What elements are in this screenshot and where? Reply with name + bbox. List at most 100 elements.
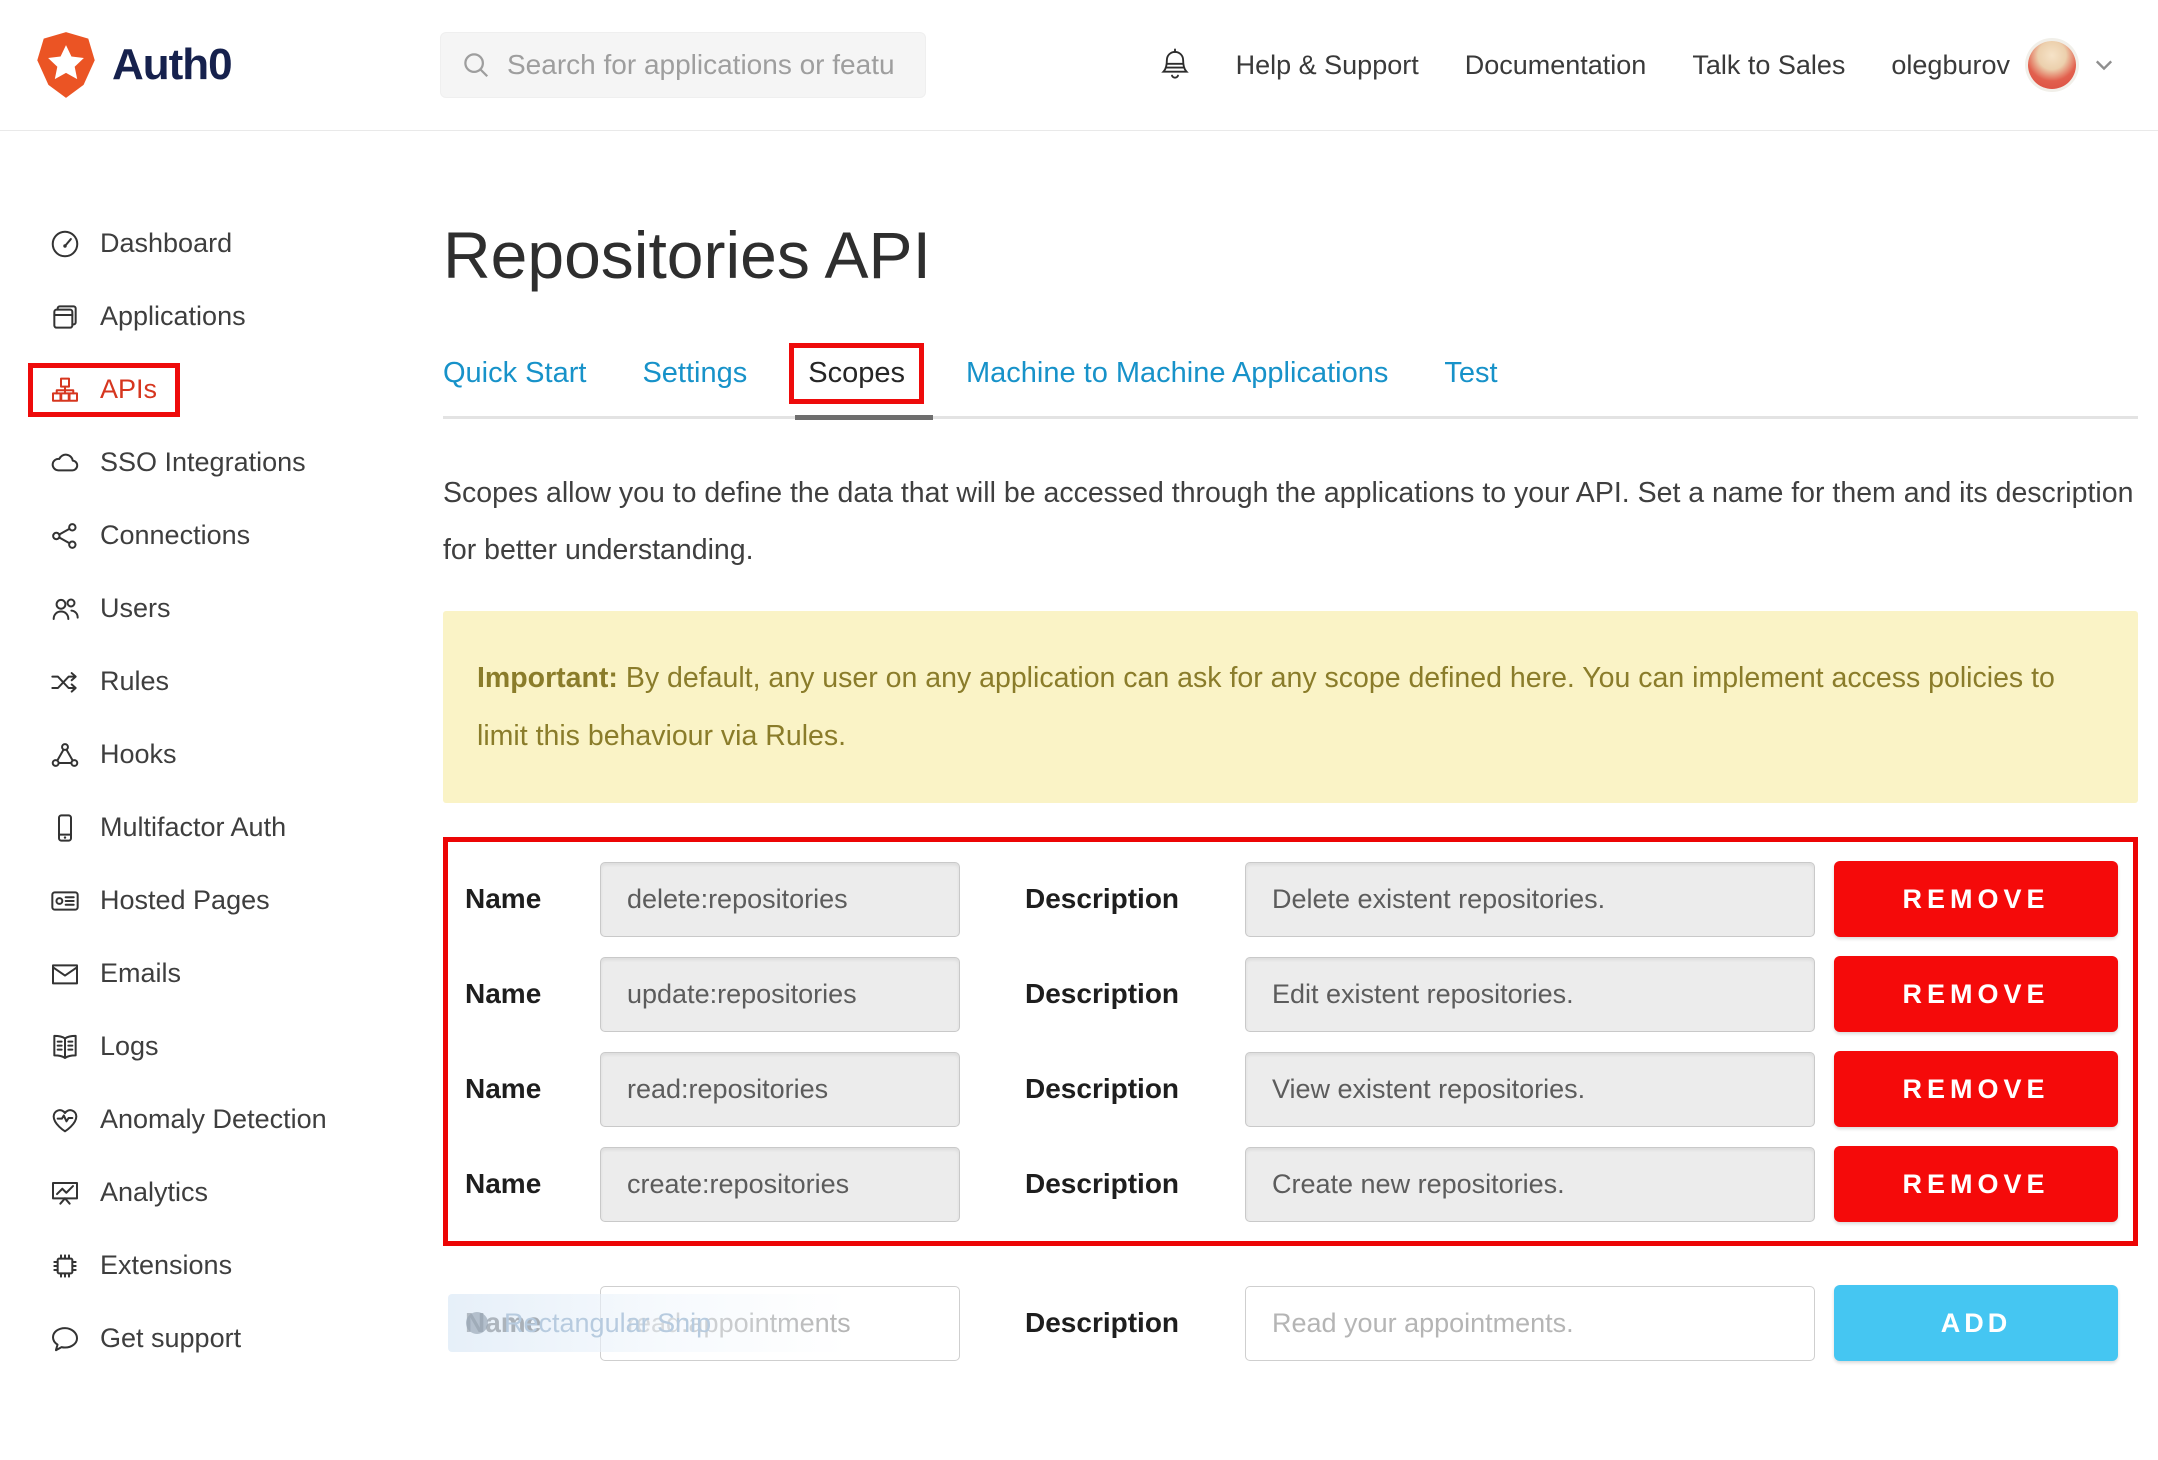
description-label: Description xyxy=(1025,1307,1180,1339)
shuffle-icon xyxy=(48,665,82,699)
name-label: Name xyxy=(460,978,600,1010)
name-label: Name xyxy=(460,1168,600,1200)
sidebar-item-dashboard[interactable]: Dashboard xyxy=(0,207,405,280)
tab-machine-to-machine[interactable]: Machine to Machine Applications xyxy=(966,357,1388,390)
description-label: Description xyxy=(1025,883,1180,915)
gauge-icon xyxy=(48,227,82,261)
global-search xyxy=(440,32,926,98)
sidebar-item-box: Extensions xyxy=(48,1249,232,1283)
scopes-description: Scopes allow you to define the data that… xyxy=(443,465,2138,579)
app-window-icon xyxy=(48,300,82,334)
sidebar-item-box: Hooks xyxy=(48,738,177,772)
remove-scope-button[interactable]: REMOVE xyxy=(1834,1146,2118,1222)
sidebar-item-users[interactable]: Users xyxy=(0,572,405,645)
sidebar-item-analytics[interactable]: Analytics xyxy=(0,1156,405,1229)
add-scope-row: Rectangular Snip Name Description ADD xyxy=(460,1285,2118,1361)
tab-bar: Quick Start Settings Scopes Machine to M… xyxy=(443,357,2138,390)
scope-description-field xyxy=(1245,957,1815,1032)
nav-help-support[interactable]: Help & Support xyxy=(1236,50,1419,81)
tab-quick-start[interactable]: Quick Start xyxy=(443,357,586,390)
sidebar-item-box: Users xyxy=(48,592,171,626)
description-label: Description xyxy=(1025,1168,1180,1200)
hosted-page-icon xyxy=(48,884,82,918)
tab-test[interactable]: Test xyxy=(1444,357,1497,390)
user-name: olegburov xyxy=(1891,50,2010,81)
api-blocks-icon xyxy=(48,373,82,407)
speech-bubble-icon xyxy=(48,1322,82,1356)
scope-name-field xyxy=(600,1052,960,1127)
sidebar-item-apis[interactable]: APIs xyxy=(0,353,405,426)
remove-scope-button[interactable]: REMOVE xyxy=(1834,861,2118,937)
sidebar-item-emails[interactable]: Emails xyxy=(0,937,405,1010)
chip-icon xyxy=(48,1249,82,1283)
sidebar-item-logs[interactable]: Logs xyxy=(0,1010,405,1083)
new-scope-description-input[interactable] xyxy=(1245,1286,1815,1361)
scope-description-field xyxy=(1245,1147,1815,1222)
sidebar-item-box: Logs xyxy=(48,1030,159,1064)
scopes-tab-annotation-box: Scopes xyxy=(789,343,924,404)
scope-description-field xyxy=(1245,862,1815,937)
sidebar-item-box: Rules xyxy=(48,665,169,699)
name-label: Name xyxy=(460,1307,600,1339)
bell-icon xyxy=(1160,47,1190,83)
auth0-shield-star-icon xyxy=(36,31,96,99)
sidebar-item-multifactor-auth[interactable]: Multifactor Auth xyxy=(0,791,405,864)
chart-easel-icon xyxy=(48,1176,82,1210)
sidebar-item-box: APIs xyxy=(28,363,180,417)
description-label: Description xyxy=(1025,978,1180,1010)
search-input[interactable] xyxy=(505,48,905,82)
nav-documentation[interactable]: Documentation xyxy=(1465,50,1647,81)
scope-description-field xyxy=(1245,1052,1815,1127)
nav-talk-to-sales[interactable]: Talk to Sales xyxy=(1692,50,1845,81)
envelope-icon xyxy=(48,957,82,991)
sidebar-item-box: Get support xyxy=(48,1322,241,1356)
scope-name-field xyxy=(600,862,960,937)
share-nodes-icon xyxy=(48,519,82,553)
sidebar-item-box: Multifactor Auth xyxy=(48,811,286,845)
name-label: Name xyxy=(460,883,600,915)
remove-scope-button[interactable]: REMOVE xyxy=(1834,1051,2118,1127)
description-label: Description xyxy=(1025,1073,1180,1105)
sidebar-item-hooks[interactable]: Hooks xyxy=(0,718,405,791)
sidebar-item-get-support[interactable]: Get support xyxy=(0,1302,405,1375)
important-banner: Important: By default, any user on any a… xyxy=(443,611,2138,803)
tab-settings[interactable]: Settings xyxy=(642,357,747,390)
banner-text: By default, any user on any application … xyxy=(477,662,2055,752)
sidebar-item-hosted-pages[interactable]: Hosted Pages xyxy=(0,864,405,937)
notifications-button[interactable] xyxy=(1160,47,1190,83)
banner-prefix: Important: xyxy=(477,662,618,694)
top-header: Auth0 Help & Support Documentation Talk … xyxy=(0,0,2158,131)
user-avatar xyxy=(2028,41,2076,89)
new-scope-name-input[interactable] xyxy=(600,1286,960,1361)
hook-nodes-icon xyxy=(48,738,82,772)
sidebar-item-box: Analytics xyxy=(48,1176,208,1210)
sidebar-item-connections[interactable]: Connections xyxy=(0,499,405,572)
sidebar-item-box: Dashboard xyxy=(48,227,232,261)
sidebar-item-extensions[interactable]: Extensions xyxy=(0,1229,405,1302)
tab-scopes[interactable]: Scopes xyxy=(808,357,905,389)
smartphone-icon xyxy=(48,811,82,845)
add-scope-button[interactable]: ADD xyxy=(1834,1285,2118,1361)
main-content: Repositories API Quick Start Settings Sc… xyxy=(405,131,2158,1375)
user-menu[interactable]: olegburov xyxy=(1891,41,2114,89)
scope-row: Name Description REMOVE xyxy=(460,861,2118,937)
active-tab-indicator xyxy=(795,415,933,420)
scope-row: Name Description REMOVE xyxy=(460,956,2118,1032)
sidebar-item-anomaly-detection[interactable]: Anomaly Detection xyxy=(0,1083,405,1156)
scopes-annotation-box: Name Description REMOVE Name Description… xyxy=(443,837,2138,1246)
auth0-logo[interactable]: Auth0 xyxy=(36,31,440,99)
logo-wordmark: Auth0 xyxy=(112,40,232,90)
sidebar-item-box: Applications xyxy=(48,300,246,334)
sidebar-item-box: Hosted Pages xyxy=(48,884,270,918)
heart-pulse-icon xyxy=(48,1103,82,1137)
search-icon xyxy=(461,50,491,80)
sidebar-item-box: Emails xyxy=(48,957,181,991)
scope-row: Name Description REMOVE xyxy=(460,1146,2118,1222)
scope-name-field xyxy=(600,1147,960,1222)
sidebar-item-rules[interactable]: Rules xyxy=(0,645,405,718)
sidebar-item-applications[interactable]: Applications xyxy=(0,280,405,353)
remove-scope-button[interactable]: REMOVE xyxy=(1834,956,2118,1032)
scope-row: Name Description REMOVE xyxy=(460,1051,2118,1127)
sidebar-item-sso-integrations[interactable]: SSO Integrations xyxy=(0,426,405,499)
header-right-group: Help & Support Documentation Talk to Sal… xyxy=(1160,41,2114,89)
